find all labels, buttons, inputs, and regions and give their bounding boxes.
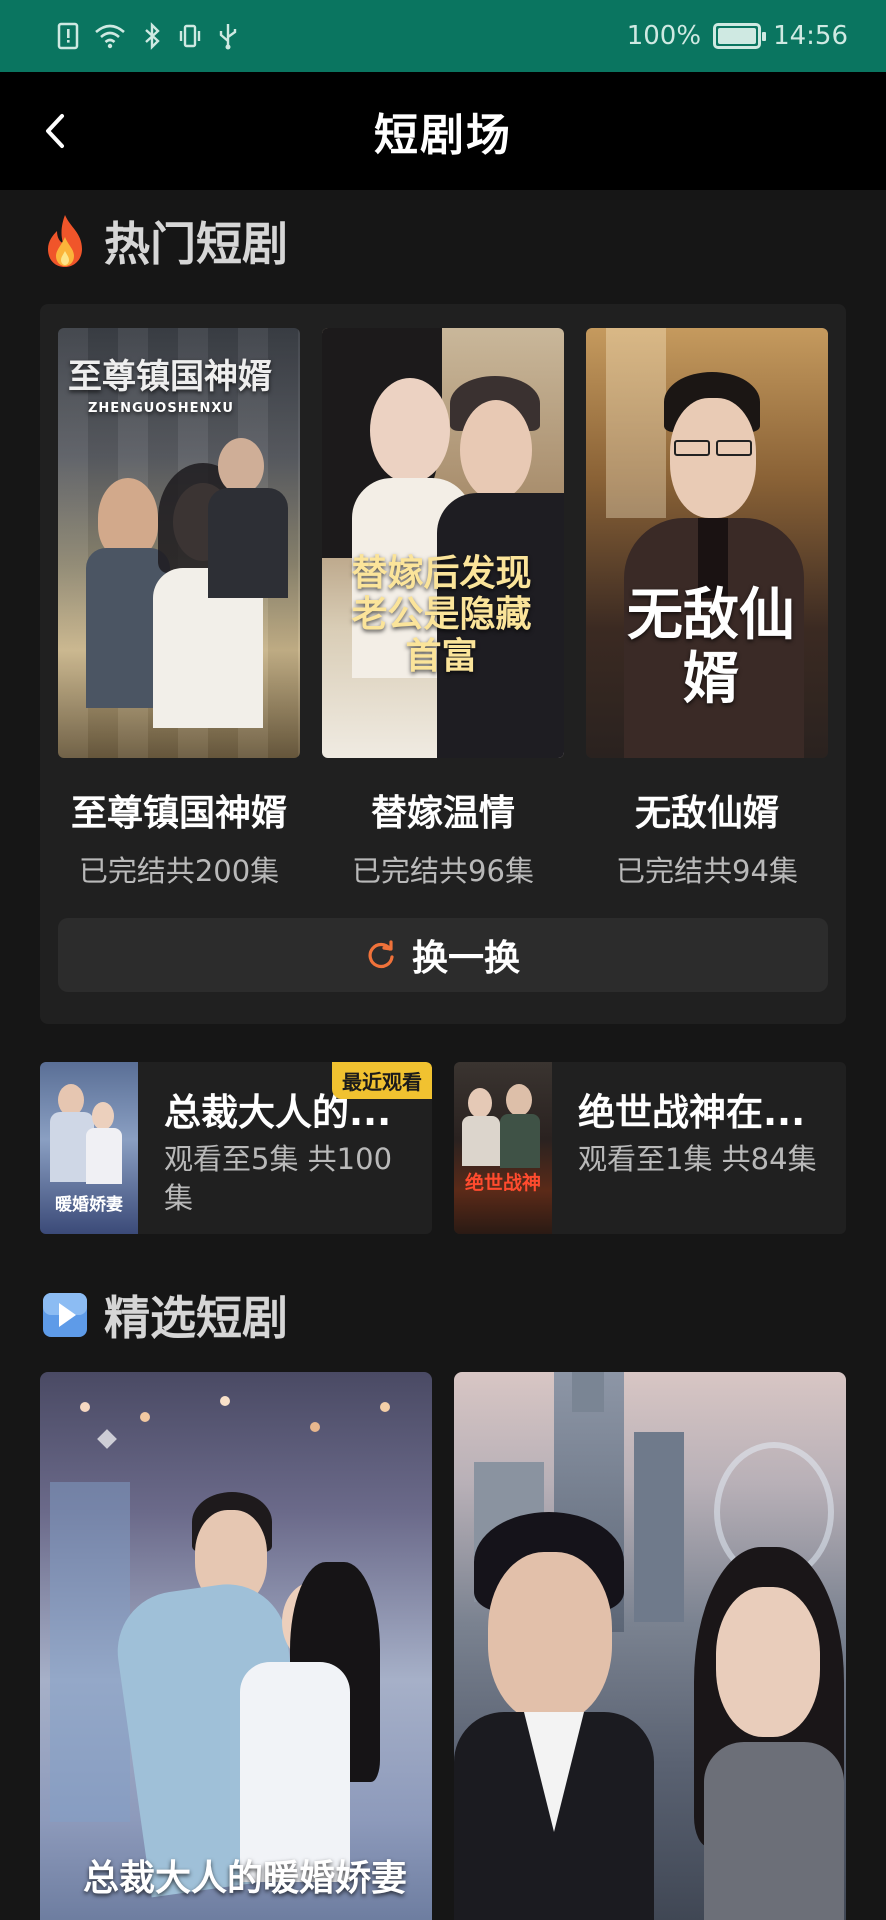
hot-drama-item[interactable]: 无敌仙婿 无敌仙婿 已完结共94集 — [586, 328, 828, 890]
bluetooth-icon — [145, 22, 160, 50]
wifi-icon — [95, 24, 125, 49]
drama-poster[interactable]: 替嫁后发现老公是隐藏首富 — [322, 328, 564, 758]
featured-section-header: 精选短剧 — [40, 1282, 288, 1348]
recent-thumbnail[interactable]: 暖婚娇妻 — [40, 1062, 138, 1234]
fire-icon — [48, 215, 82, 267]
page-title: 短剧场 — [374, 110, 512, 161]
recent-thumbnail[interactable]: 绝世战神 — [454, 1062, 552, 1234]
recent-progress: 观看至5集 共100集 — [164, 1142, 393, 1216]
poster-title: 替嫁后发现老公是隐藏首富 — [351, 552, 532, 677]
drama-name[interactable]: 替嫁温情 — [322, 784, 564, 836]
featured-drama-card[interactable]: 总裁大人的暖婚娇妻 — [40, 1372, 432, 1920]
nav-bar: 短剧场 — [0, 72, 886, 190]
featured-section-title: 精选短剧 — [104, 1291, 288, 1345]
drama-poster[interactable]: 至尊镇国神婿 ZHENGUOSHENXU — [58, 328, 300, 758]
clock: 14:56 — [773, 21, 848, 51]
poster-subtitle: ZHENGUOSHENXU — [88, 401, 234, 416]
drama-status: 已完结共96集 — [352, 854, 534, 888]
usb-icon — [219, 24, 237, 50]
battery-percent: 100% — [626, 21, 702, 51]
back-button[interactable] — [36, 108, 82, 154]
poster-title: 至尊镇国神婿 — [68, 357, 272, 397]
refresh-button[interactable]: 换一换 — [58, 918, 828, 992]
thumb-title: 绝世战神 — [464, 1172, 541, 1194]
status-right: 100% 14:56 — [627, 21, 848, 51]
hot-dramas-panel: 至尊镇国神婿 ZHENGUOSHENXU 至尊镇国神婿 已完结共200集 替嫁后… — [40, 304, 846, 1024]
drama-poster[interactable]: 无敌仙婿 — [586, 328, 828, 758]
drama-status: 已完结共94集 — [616, 854, 798, 888]
hot-drama-item[interactable]: 替嫁后发现老公是隐藏首富 替嫁温情 已完结共96集 — [322, 328, 564, 890]
recent-watch-card[interactable]: 绝世战神 绝世战神在... 观看至1集 共84集 — [454, 1062, 846, 1234]
thumb-title: 暖婚娇妻 — [55, 1195, 123, 1215]
sim-alert-icon — [57, 22, 79, 50]
status-bar: 100% 14:56 — [0, 0, 886, 72]
drama-status: 已完结共200集 — [78, 854, 280, 888]
status-icons — [56, 21, 240, 51]
hot-section-header: 热门短剧 — [40, 208, 288, 274]
hot-section-title: 热门短剧 — [104, 217, 288, 271]
hot-drama-item[interactable]: 至尊镇国神婿 ZHENGUOSHENXU 至尊镇国神婿 已完结共200集 — [58, 328, 300, 890]
recent-progress: 观看至1集 共84集 — [578, 1142, 817, 1176]
play-button-icon — [43, 1293, 87, 1337]
drama-name[interactable]: 无敌仙婿 — [586, 784, 828, 836]
vibrate-icon — [179, 24, 201, 48]
recent-title: 绝世战神在... — [578, 1091, 806, 1134]
battery-icon — [713, 23, 767, 49]
poster-title: 总裁大人的暖婚娇妻 — [82, 1857, 407, 1899]
refresh-icon — [368, 940, 394, 969]
recent-badge: 最近观看 — [332, 1062, 432, 1099]
drama-name[interactable]: 至尊镇国神婿 — [58, 784, 300, 836]
recent-watch-card[interactable]: 暖婚娇妻 总裁大人的... 观看至5集 共100集 最近观看 — [40, 1062, 432, 1234]
refresh-label: 换一换 — [411, 938, 520, 979]
page: 100% 14:56 短剧场 热门短剧 至尊镇国神婿 ZHENGUOSHENXU… — [0, 0, 886, 1920]
poster-title: 无敌仙婿 — [627, 582, 795, 713]
featured-drama-card[interactable] — [454, 1372, 846, 1920]
